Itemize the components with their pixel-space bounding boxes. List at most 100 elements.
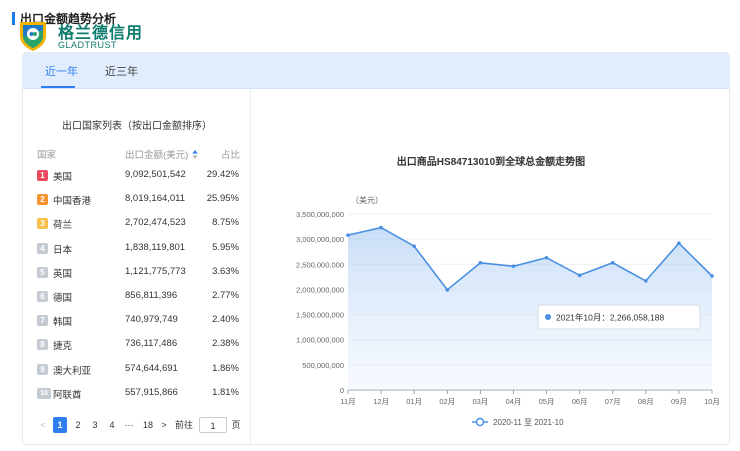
export-amount: 2,702,474,523 xyxy=(125,217,186,229)
rank-badge: 10 xyxy=(37,387,51,399)
x-tick-label: 11月 xyxy=(340,397,355,406)
data-point xyxy=(412,244,416,248)
trend-line-chart[interactable]: （美元） 0 500,000,000 1,000,000,000 1,500,000,0… xyxy=(252,90,730,444)
country-name: 阿联酋 xyxy=(53,389,82,401)
country-list-panel: 出口国家列表（按出口金额排序） 国家 出口金额(美元) 占比 1 美国 9,092,… xyxy=(23,90,251,444)
y-tick-label: 2,500,000,000 xyxy=(296,260,344,269)
active-tab-indicator xyxy=(41,86,75,88)
rank-badge: 6 xyxy=(37,291,48,302)
y-axis-unit-label: （美元） xyxy=(351,195,383,205)
pagination: < 1 2 3 4 ··· 18 > 前往 1 页 xyxy=(37,417,251,433)
export-share: 29.42% xyxy=(206,169,239,180)
page-button-2[interactable]: 2 xyxy=(72,417,84,433)
export-amount: 736,117,486 xyxy=(125,338,178,350)
page-button-4[interactable]: 4 xyxy=(106,417,118,433)
x-tick-label: 06月 xyxy=(572,397,588,406)
data-point xyxy=(577,273,582,278)
page-unit-label: 页 xyxy=(231,420,241,430)
goto-label: 前往 xyxy=(174,420,193,430)
data-point xyxy=(544,255,549,260)
data-point xyxy=(478,260,483,265)
country-name: 日本 xyxy=(53,244,73,256)
export-amount: 8,019,164,011 xyxy=(125,193,186,205)
x-tick-label: 08月 xyxy=(638,397,654,406)
x-tick-label: 03月 xyxy=(472,397,488,406)
export-share: 3.63% xyxy=(212,265,239,277)
logo-shield-icon xyxy=(20,22,46,51)
column-header-country: 国家 xyxy=(37,150,57,161)
country-name: 美国 xyxy=(53,172,73,183)
rank-badge: 8 xyxy=(37,339,48,351)
country-row[interactable]: 1 美国 9,092,501,542 29.42% xyxy=(23,165,251,189)
page-button-1[interactable]: 1 xyxy=(53,417,67,433)
tooltip-label: 2021年10月：2,266,058,188 xyxy=(556,313,664,323)
x-tick-label: 09月 xyxy=(671,397,687,406)
data-point xyxy=(511,264,516,269)
x-tick-label: 10月 xyxy=(704,397,720,406)
country-name: 韩国 xyxy=(53,317,73,329)
country-row[interactable]: 3 荷兰 2,702,474,523 8.75% xyxy=(23,213,251,237)
page-button-last[interactable]: 18 xyxy=(140,417,156,433)
country-row[interactable]: 2 中国香港 8,019,164,011 25.95% xyxy=(23,189,251,213)
country-name: 中国香港 xyxy=(53,196,92,208)
period-tabs: 近一年 近三年 xyxy=(23,53,729,89)
data-point xyxy=(610,260,615,265)
rank-badge: 7 xyxy=(37,315,48,327)
export-share: 2.77% xyxy=(212,290,239,301)
next-page-button[interactable]: > xyxy=(159,417,169,433)
export-share: 1.86% xyxy=(212,362,239,374)
country-row[interactable]: 8 捷克 736,117,486 2.38% xyxy=(23,334,251,358)
x-tick-label: 04月 xyxy=(506,397,522,406)
data-point xyxy=(445,288,450,292)
export-share: 2.38% xyxy=(212,338,239,350)
country-row[interactable]: 10 阿联酋 557,915,866 1.81% xyxy=(23,383,251,407)
y-tick-label: 2,000,000,000 xyxy=(296,285,344,294)
rank-badge: 5 xyxy=(37,266,48,278)
export-share: 2.40% xyxy=(212,314,239,326)
tab-three-years[interactable]: 近三年 xyxy=(105,63,138,79)
export-amount: 740,979,749 xyxy=(125,314,178,326)
country-name: 澳大利亚 xyxy=(53,365,92,377)
country-row[interactable]: 4 日本 1,838,119,801 5.95% xyxy=(23,238,251,262)
export-share: 1.81% xyxy=(212,386,239,398)
goto-page-input[interactable]: 1 xyxy=(199,417,227,433)
rank-badge: 3 xyxy=(37,218,48,230)
header: 出口金额趋势分析 格兰德信用 GLADTRUST xyxy=(0,0,740,52)
legend-label: 2020-11 至 2021-10 xyxy=(493,418,564,427)
page: 出口金额趋势分析 格兰德信用 GLADTRUST 近一年 近三年 出口国家列表（… xyxy=(0,0,740,451)
export-amount: 574,644,691 xyxy=(125,362,178,374)
pages-ellipsis[interactable]: ··· xyxy=(122,417,136,433)
data-point xyxy=(346,233,350,237)
column-header-amount[interactable]: 出口金额(美元) xyxy=(125,147,198,161)
sort-icon[interactable] xyxy=(192,149,198,159)
gladtrust-logo: 格兰德信用 GLADTRUST xyxy=(16,18,156,51)
export-amount: 1,838,119,801 xyxy=(125,241,186,253)
page-button-3[interactable]: 3 xyxy=(89,417,101,433)
logo-text-en: GLADTRUST xyxy=(58,40,118,50)
y-tick-label: 1,000,000,000 xyxy=(296,336,344,345)
export-share: 25.95% xyxy=(206,193,239,205)
prev-page-button[interactable]: < xyxy=(37,417,49,433)
rank-badge: 2 xyxy=(37,194,48,206)
data-point xyxy=(710,274,714,278)
rank-badge: 4 xyxy=(37,242,48,254)
column-header-amount-label: 出口金额(美元) xyxy=(125,150,189,161)
country-name: 捷克 xyxy=(53,341,73,353)
country-row[interactable]: 5 英国 1,121,775,773 3.63% xyxy=(23,262,251,286)
country-row[interactable]: 7 韩国 740,979,749 2.40% xyxy=(23,310,251,334)
rank-badge: 9 xyxy=(37,363,48,375)
y-tick-label: 3,000,000,000 xyxy=(296,235,344,244)
tooltip-marker xyxy=(545,314,551,320)
country-row[interactable]: 9 澳大利亚 574,644,691 1.86% xyxy=(23,359,251,383)
data-point xyxy=(677,241,681,245)
data-point xyxy=(644,279,648,283)
country-row[interactable]: 6 德国 856,811,396 2.77% xyxy=(23,286,251,310)
data-point xyxy=(379,225,383,230)
y-tick-label: 500,000,000 xyxy=(302,361,344,370)
tab-one-year[interactable]: 近一年 xyxy=(45,63,78,79)
export-amount: 1,121,775,773 xyxy=(125,265,186,277)
x-tick-label: 01月 xyxy=(406,397,422,406)
y-tick-label: 1,500,000,000 xyxy=(296,311,344,320)
title-accent-bar xyxy=(12,12,15,25)
rank-badge: 1 xyxy=(37,170,48,181)
